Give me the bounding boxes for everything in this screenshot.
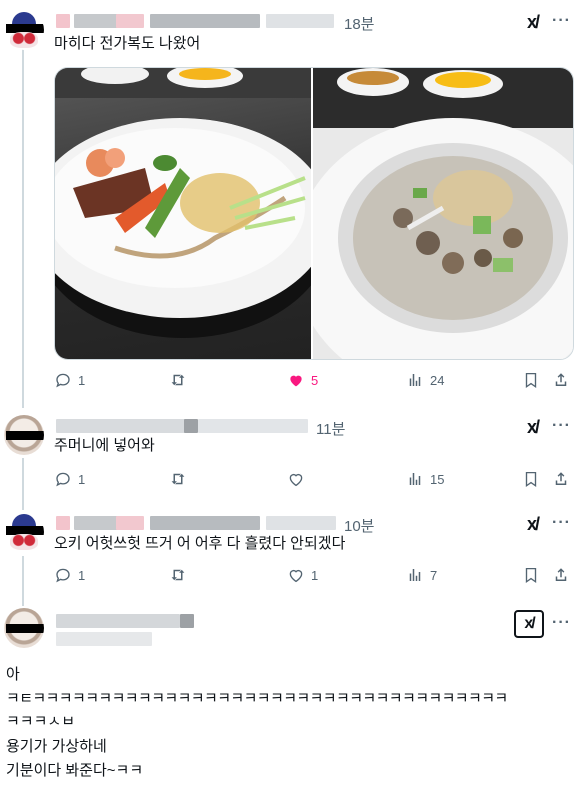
food-photo-left[interactable]: [55, 68, 311, 359]
share-button[interactable]: [552, 371, 570, 389]
timestamp[interactable]: 18분: [344, 13, 375, 34]
tweet-text-line: 용기가 가상하네: [6, 738, 107, 755]
tweet-text: 마히다 전가복도 나왔어: [54, 35, 201, 52]
share-icon: [555, 373, 567, 386]
bookmark-icon: [525, 471, 537, 488]
food-photo-right[interactable]: [313, 68, 573, 359]
tweet-actions: 1 5 24: [54, 371, 574, 393]
bookmark-button[interactable]: [522, 566, 540, 584]
timestamp[interactable]: 11분: [316, 418, 345, 439]
views-button[interactable]: 7: [406, 566, 437, 584]
food-photo-right-drawing: [313, 68, 573, 359]
more-icon[interactable]: ···: [552, 12, 571, 30]
reply-count: 1: [78, 567, 86, 583]
reply-icon: [56, 373, 70, 388]
share-icon: [555, 472, 567, 485]
more-icon[interactable]: ···: [552, 417, 571, 435]
grok-icon[interactable]: x/: [527, 12, 540, 33]
repost-icon: [171, 374, 185, 386]
like-count: 5: [311, 372, 319, 388]
heart-filled-icon: [290, 375, 302, 387]
censor-bar: [6, 431, 44, 440]
more-icon[interactable]: ···: [552, 514, 571, 532]
share-button[interactable]: [552, 566, 570, 584]
tweet[interactable]: 11분 x/ ··· 주머니에 넣어와 1 15: [0, 405, 580, 500]
grok-icon[interactable]: x/: [514, 610, 544, 638]
view-count: 15: [430, 471, 445, 487]
repost-button[interactable]: [169, 470, 187, 488]
reply-button[interactable]: 1: [54, 566, 85, 584]
reply-icon: [56, 568, 70, 583]
tweet-text-line: 아: [6, 666, 20, 683]
view-count: 24: [430, 372, 445, 388]
avatar[interactable]: [4, 415, 44, 455]
avatar[interactable]: [4, 608, 44, 648]
repost-icon: [171, 473, 185, 485]
avatar[interactable]: [4, 10, 44, 50]
views-button[interactable]: 15: [406, 470, 444, 488]
tweet-text: 오키 어헛쓰헛 뜨거 어 어후 다 흘렸다 안되겠다: [54, 535, 346, 552]
like-button[interactable]: [287, 470, 311, 488]
views-button[interactable]: 24: [406, 371, 444, 389]
avatar[interactable]: [4, 512, 44, 552]
bookmark-icon: [525, 567, 537, 584]
more-icon[interactable]: ···: [552, 614, 571, 632]
bookmark-button[interactable]: [522, 470, 540, 488]
tweet-actions: 1 15: [54, 470, 574, 492]
tweet[interactable]: 18분 x/ ··· 마히다 전가복도 나왔어 1 5 24: [0, 0, 580, 400]
view-count: 7: [430, 567, 438, 583]
grok-icon[interactable]: x/: [527, 514, 540, 535]
share-icon: [555, 568, 567, 581]
reply-count: 1: [78, 471, 86, 487]
repost-icon: [171, 569, 185, 581]
views-icon: [409, 569, 421, 581]
bookmark-icon: [525, 372, 537, 389]
censor-bar: [6, 624, 44, 633]
repost-button[interactable]: [169, 566, 187, 584]
author-name-blurred[interactable]: [56, 614, 196, 646]
author-name-blurred[interactable]: [56, 516, 336, 530]
like-count: 1: [311, 567, 319, 583]
share-button[interactable]: [552, 470, 570, 488]
views-icon: [409, 374, 421, 386]
reply-button[interactable]: 1: [54, 470, 85, 488]
repost-button[interactable]: [169, 371, 187, 389]
tweet-text-line: ㅋㅋㅋㅅㅂ: [6, 713, 76, 730]
bookmark-button[interactable]: [522, 371, 540, 389]
like-button[interactable]: 1: [287, 566, 318, 584]
heart-icon: [289, 473, 303, 487]
author-name-blurred[interactable]: [56, 14, 336, 28]
tweet[interactable]: 10분 x/ ··· 오키 어헛쓰헛 뜨거 어 어후 다 흘렸다 안되겠다 1 …: [0, 502, 580, 597]
tweet-actions: 1 1 7: [54, 566, 574, 588]
grok-icon[interactable]: x/: [527, 417, 540, 438]
tweet-text-line: 기분이다 봐준다~ㅋㅋ: [6, 762, 144, 779]
tweet-text-line: ㅋㅌㅋㅋㅋㅋㅋㅋㅋㅋㅋㅋㅋㅋㅋㅋㅋㅋㅋㅋㅋㅋㅋㅋㅋㅋㅋㅋㅋㅋㅋㅋㅋㅋㅋㅋㅋㅋ: [6, 690, 508, 707]
heart-icon: [289, 569, 303, 583]
media-gallery[interactable]: [54, 67, 574, 360]
censor-bar: [6, 24, 44, 33]
tweet-text: 주머니에 넣어와: [54, 437, 155, 454]
reply-count: 1: [78, 372, 86, 388]
views-icon: [409, 473, 421, 485]
tweet-focused[interactable]: x/ ··· 아 ㅋㅌㅋㅋㅋㅋㅋㅋㅋㅋㅋㅋㅋㅋㅋㅋㅋㅋㅋㅋㅋㅋㅋㅋㅋㅋㅋㅋㅋㅋㅋ…: [0, 600, 580, 803]
author-name-blurred[interactable]: [56, 419, 316, 433]
reply-button[interactable]: 1: [54, 371, 85, 389]
food-photo-left-drawing: [55, 68, 311, 338]
censor-bar: [6, 526, 44, 535]
timestamp[interactable]: 10분: [344, 515, 375, 536]
like-button[interactable]: 5: [287, 371, 318, 389]
reply-icon: [56, 472, 70, 487]
